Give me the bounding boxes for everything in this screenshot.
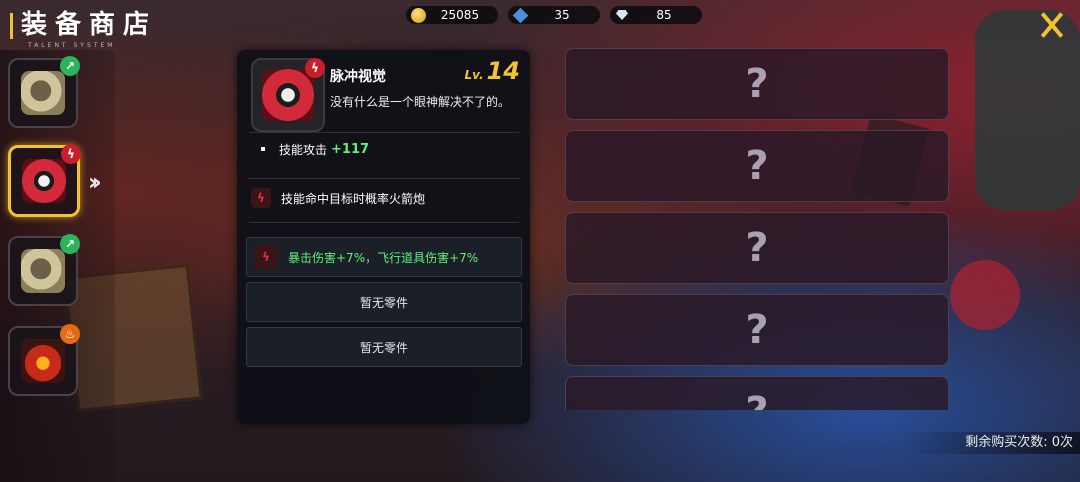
khaki-backpack-icon [21, 71, 65, 115]
gold-coin-icon [410, 7, 426, 23]
item-detail-panel: ϟ 脉冲视觉 Lv. 14 没有什么是一个眼神解决不了的。 技能攻击 +117 ϟ… [237, 50, 530, 424]
pulse-icon: ϟ [305, 58, 325, 78]
red-visor-icon [262, 69, 314, 121]
question-mark-icon: ? [745, 389, 768, 410]
part-text: 暴击伤害+7%，飞行道具伤害+7% [288, 250, 479, 265]
inventory-item-fire-core[interactable]: ♨ [8, 324, 80, 396]
divider [249, 132, 519, 133]
background-orb [950, 260, 1020, 330]
page-title: 装备商店 [21, 10, 158, 40]
selection-chevron-icon: ›› [88, 168, 102, 196]
diamond-counter: 85 [610, 6, 702, 24]
inventory-item-gauntlet[interactable]: ↗ [8, 234, 80, 306]
part-slot-1[interactable]: ϟ 暴击伤害+7%，飞行道具伤害+7% [246, 237, 522, 277]
remaining-purchases: 剩余购买次数: 0次 [903, 432, 1080, 454]
crystal-amount: 35 [554, 8, 570, 22]
fire-core-icon [21, 339, 65, 383]
background-robot [975, 10, 1080, 210]
level-number: 14 [486, 57, 520, 85]
title-accent-bar [10, 13, 13, 39]
bullet-icon [261, 147, 265, 151]
item-level: Lv. 14 [465, 57, 520, 85]
stat-label: 技能攻击 [279, 142, 328, 157]
divider [249, 222, 519, 223]
question-mark-icon: ? [745, 225, 769, 271]
gold-counter: 25085 [406, 6, 498, 24]
pulse-icon: ϟ [61, 144, 81, 164]
currency-bar: 25085 35 85 [406, 6, 702, 24]
gold-amount: 25085 [440, 8, 480, 22]
shop-slot-list: ? ? ? ? ? [563, 46, 951, 410]
upgrade-arrow-icon: ↗ [60, 234, 80, 254]
flame-icon: ♨ [60, 324, 80, 344]
shop-slot[interactable]: ? [565, 212, 949, 284]
stat-row: 技能攻击 +117 [251, 136, 519, 162]
level-label: Lv. [464, 68, 484, 82]
question-mark-icon: ? [745, 61, 769, 107]
shop-slot[interactable]: ? [565, 376, 949, 410]
part-text: 暂无零件 [359, 295, 408, 310]
part-text: 暂无零件 [359, 340, 408, 355]
part-slot-2[interactable]: 暂无零件 [246, 282, 522, 322]
item-description: 没有什么是一个眼神解决不了的。 [330, 95, 511, 109]
crystal-counter: 35 [508, 6, 600, 24]
divider [249, 178, 519, 179]
page-header: 装备商店 [10, 10, 157, 42]
inventory-item-visor[interactable]: ϟ [8, 144, 81, 217]
question-mark-icon: ? [745, 307, 769, 353]
effect-row: ϟ 技能命中目标时概率火箭炮 [251, 184, 519, 212]
diamond-amount: 85 [656, 8, 672, 22]
pulse-icon: ϟ [251, 188, 271, 208]
khaki-gauntlet-icon [21, 249, 65, 293]
inventory-item-backpack[interactable]: ↗ [8, 56, 80, 128]
effect-text: 技能命中目标时概率火箭炮 [281, 191, 426, 206]
shop-slot[interactable]: ? [565, 48, 949, 120]
item-name: 脉冲视觉 [330, 69, 386, 85]
red-visor-icon [22, 159, 66, 203]
blue-crystal-icon [512, 7, 528, 23]
part-slot-3[interactable]: 暂无零件 [246, 327, 522, 367]
question-mark-icon: ? [745, 143, 769, 189]
detail-item-icon-frame: ϟ [251, 58, 325, 132]
inventory-sidebar: ↗ ϟ ↗ ♨ [0, 50, 115, 482]
stat-value: +117 [331, 141, 370, 157]
pulse-icon: ϟ [254, 245, 278, 269]
close-icon[interactable] [1036, 10, 1066, 40]
shop-slot[interactable]: ? [565, 130, 949, 202]
shop-slot[interactable]: ? [565, 294, 949, 366]
page-subtitle: TALENT SYSTEM [28, 42, 116, 49]
upgrade-arrow-icon: ↗ [60, 56, 80, 76]
diamond-icon [614, 7, 630, 23]
